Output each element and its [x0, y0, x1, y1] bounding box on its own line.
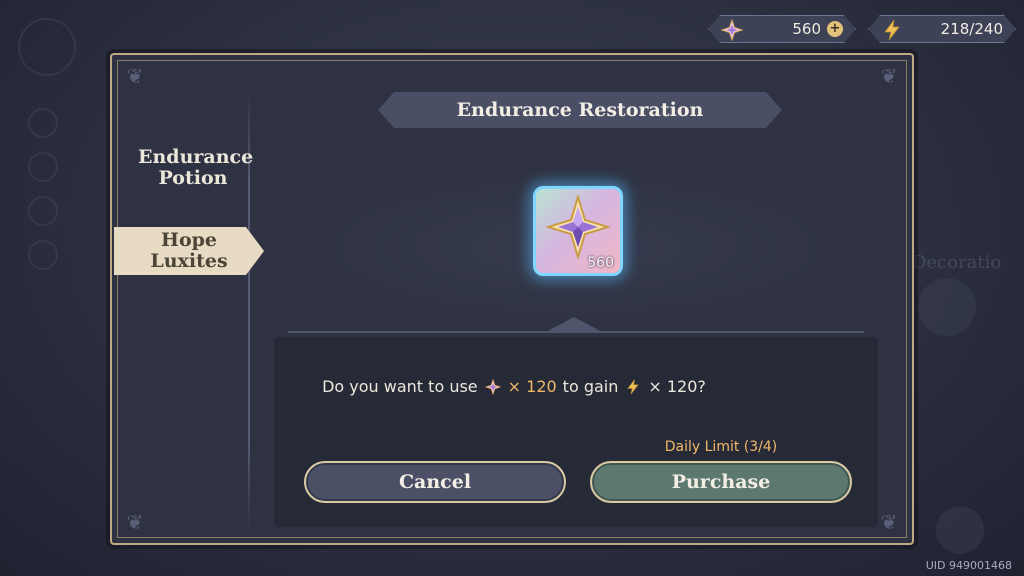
hope-luxite-icon [546, 195, 610, 259]
question-middle: to gain [562, 377, 619, 396]
background-side-icon [28, 196, 58, 226]
tab-label-line: Potion [158, 167, 228, 189]
hope-luxite-icon [721, 19, 743, 41]
cost-amount: × 120 [507, 377, 557, 396]
corner-ornament-icon: ❦ [880, 510, 898, 534]
energy-counter: 218/240 [868, 15, 1016, 43]
hope-luxite-icon [484, 378, 502, 396]
tab-endurance-potion[interactable]: Endurance Potion [138, 146, 254, 189]
add-luxite-button[interactable]: + [827, 21, 843, 37]
item-card[interactable]: 560 [533, 186, 623, 276]
background-decorations-label: Decoratio [912, 252, 1002, 273]
lightning-icon [881, 19, 903, 41]
lightning-icon [624, 378, 642, 396]
luxite-amount: 560 [792, 20, 821, 38]
question-prefix: Do you want to use [322, 377, 478, 396]
purchase-button[interactable]: Purchase [590, 461, 852, 503]
background-side-icon [28, 152, 58, 182]
corner-ornament-icon: ❦ [126, 64, 144, 88]
corner-ornament-icon: ❦ [126, 510, 144, 534]
tab-label-line: Luxites [150, 250, 228, 272]
tab-label-line: Hope [161, 229, 217, 251]
gain-amount: × 120? [648, 377, 706, 396]
separator-line [288, 331, 864, 333]
background-side-icon [28, 108, 58, 138]
background-side-icon [28, 240, 58, 270]
luxite-currency-counter[interactable]: 560 + [708, 15, 856, 43]
tab-label-line: Endurance [138, 146, 254, 168]
background-avatar [18, 18, 76, 76]
confirmation-question: Do you want to use × 120 to gain × 120? [112, 377, 916, 396]
endurance-restoration-dialog: ❦ ❦ ❦ ❦ Endurance Potion Hope Luxites En… [110, 53, 914, 545]
cancel-button[interactable]: Cancel [304, 461, 566, 503]
dialog-title: Endurance Restoration [378, 92, 782, 128]
background-decorations-icon [918, 278, 976, 336]
item-count: 560 [587, 255, 614, 271]
user-id-label: UID 949001468 [925, 559, 1012, 572]
corner-ornament-icon: ❦ [880, 64, 898, 88]
tab-hope-luxites[interactable]: Hope Luxites [114, 227, 264, 275]
daily-limit-label: Daily Limit (3/4) [664, 439, 778, 455]
energy-amount: 218/240 [940, 20, 1003, 38]
background-anchor-icon [936, 506, 984, 554]
